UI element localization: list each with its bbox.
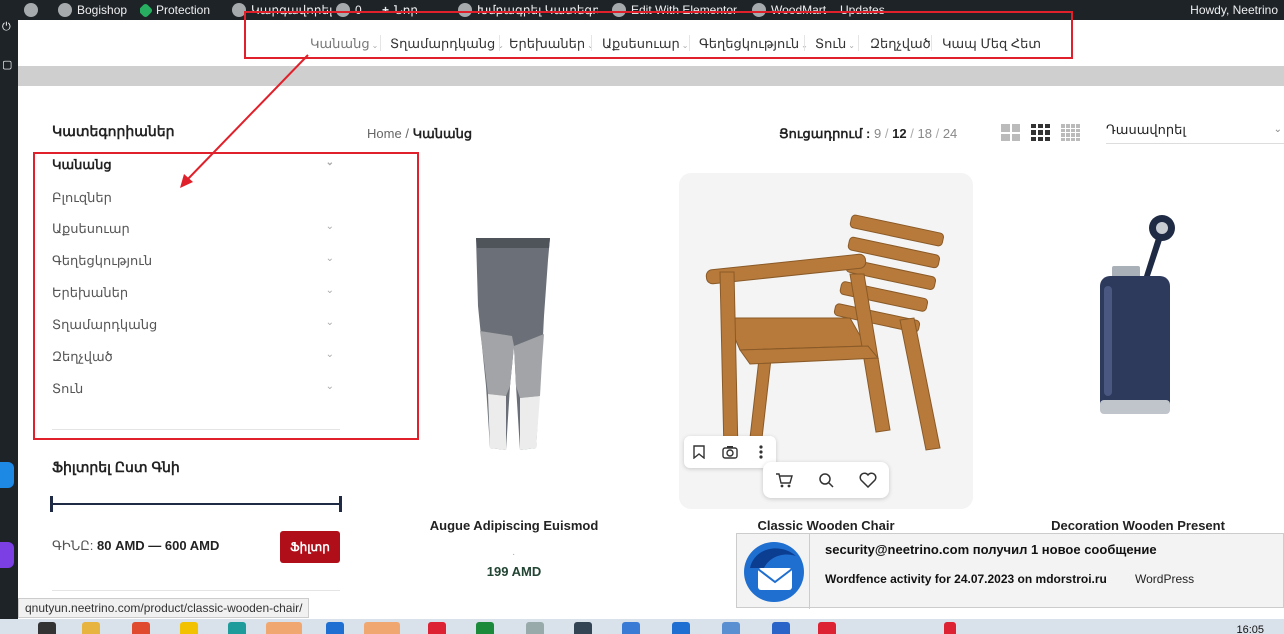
per-page-selector: Ցուցադրում : 9 / 12 / 18 / 24 bbox=[779, 126, 958, 141]
app-icon[interactable] bbox=[772, 622, 790, 634]
app-icon[interactable] bbox=[526, 622, 544, 634]
price-slider-min-handle[interactable] bbox=[50, 496, 53, 512]
camera-icon[interactable] bbox=[720, 442, 740, 462]
app-icon[interactable] bbox=[266, 622, 302, 634]
app-icon[interactable] bbox=[132, 622, 150, 634]
app-icon[interactable] bbox=[428, 622, 446, 634]
filter-button[interactable]: Ֆիլտր bbox=[280, 531, 340, 563]
excel-icon[interactable] bbox=[476, 622, 494, 634]
chevron-down-icon: ⌄ bbox=[1273, 124, 1282, 135]
product-image-leggings[interactable] bbox=[464, 236, 564, 456]
divider bbox=[52, 590, 340, 591]
product-price: 199 AMD bbox=[486, 564, 542, 579]
grid-2-icon[interactable] bbox=[1001, 124, 1020, 141]
browser-status-url: qnutyun.neetrino.com/product/classic-woo… bbox=[18, 598, 310, 618]
category-item-women[interactable]: Կանանց ⌄ bbox=[52, 157, 340, 173]
breadcrumb-home[interactable]: Home bbox=[367, 126, 402, 141]
product-title[interactable]: Augue Adipiscing Euismod bbox=[384, 518, 644, 533]
product-image-wooden-chair[interactable] bbox=[700, 200, 950, 460]
per-page-option[interactable]: 12 bbox=[892, 126, 906, 141]
category-item-sale[interactable]: Զեղչված ⌄ bbox=[52, 349, 340, 365]
chevron-down-icon[interactable]: ⌄ bbox=[326, 221, 334, 232]
chevron-down-icon[interactable]: ⌄ bbox=[326, 317, 334, 328]
app-icon[interactable] bbox=[672, 622, 690, 634]
category-item-blouses[interactable]: Բլուզներ bbox=[52, 190, 340, 206]
folder-icon[interactable] bbox=[82, 622, 100, 634]
chevron-down-icon[interactable]: ⌄ bbox=[326, 253, 334, 264]
app-icon[interactable] bbox=[180, 622, 198, 634]
grid-view-switcher bbox=[1001, 124, 1080, 141]
product-quick-actions bbox=[684, 436, 776, 468]
app-icon[interactable] bbox=[722, 622, 740, 634]
add-to-cart-icon[interactable] bbox=[774, 470, 794, 490]
sort-select[interactable]: Դասավորել ⌄ bbox=[1106, 122, 1284, 144]
chevron-down-icon[interactable]: ⌄ bbox=[326, 381, 334, 392]
price-range-text: ԳԻՆԸ: 80 AMD — 600 AMD bbox=[52, 538, 220, 553]
email-notification-popup[interactable]: security@neetrino.com получил 1 новое со… bbox=[736, 533, 1284, 609]
notification-subject: Wordfence activity for 24.07.2023 on mdo… bbox=[825, 572, 1107, 586]
category-item-accessories[interactable]: Աքսեսուար ⌄ bbox=[52, 221, 340, 237]
heart-icon[interactable] bbox=[858, 470, 878, 490]
category-item-beauty[interactable]: Գեղեցկություն ⌄ bbox=[52, 253, 340, 269]
per-page-option[interactable]: 18 bbox=[917, 126, 931, 141]
search-icon[interactable] bbox=[816, 470, 836, 490]
search-icon[interactable] bbox=[38, 622, 56, 634]
divider bbox=[52, 429, 340, 430]
taskbar-clock: 16:05 bbox=[1236, 624, 1264, 634]
app-icon[interactable] bbox=[818, 622, 836, 634]
chevron-down-icon[interactable]: ⌄ bbox=[326, 157, 334, 168]
windows-taskbar bbox=[0, 619, 1284, 634]
thunderbird-icon bbox=[740, 538, 808, 604]
notification-sender: WordPress bbox=[1135, 572, 1195, 586]
grid-4-icon[interactable] bbox=[1061, 124, 1080, 141]
grid-3-icon[interactable] bbox=[1031, 124, 1050, 141]
price-slider-track[interactable] bbox=[52, 503, 342, 505]
category-item-men[interactable]: Տղամարդկանց ⌄ bbox=[52, 317, 340, 333]
categories-title: Կատեգորիաներ bbox=[52, 123, 175, 139]
price-filter-title: Ֆիլտրել Ըստ Գնի bbox=[52, 459, 180, 475]
rating-dot: · bbox=[512, 549, 516, 560]
category-item-home[interactable]: Տուն ⌄ bbox=[52, 381, 340, 397]
product-title[interactable]: Classic Wooden Chair bbox=[696, 518, 956, 533]
app-icon[interactable] bbox=[228, 622, 246, 634]
per-page-option[interactable]: 9 bbox=[874, 126, 881, 141]
chevron-down-icon[interactable]: ⌄ bbox=[326, 349, 334, 360]
app-icon[interactable] bbox=[622, 622, 640, 634]
price-slider-max-handle[interactable] bbox=[339, 496, 342, 512]
product-title[interactable]: Decoration Wooden Present bbox=[1008, 518, 1268, 533]
product-image-flask[interactable] bbox=[1092, 210, 1176, 424]
product-action-bar bbox=[763, 462, 889, 498]
category-item-kids[interactable]: Երեխաներ ⌄ bbox=[52, 285, 340, 301]
notification-title: security@neetrino.com получил 1 новое со… bbox=[825, 542, 1157, 557]
app-icon[interactable] bbox=[364, 622, 400, 634]
app-icon[interactable] bbox=[574, 622, 592, 634]
app-icon[interactable] bbox=[326, 622, 344, 634]
breadcrumb: Home / Կանանց bbox=[367, 126, 473, 141]
per-page-option[interactable]: 24 bbox=[943, 126, 957, 141]
notification-badge-icon[interactable] bbox=[944, 622, 956, 634]
more-vertical-icon[interactable] bbox=[751, 442, 771, 462]
bookmark-icon[interactable] bbox=[689, 442, 709, 462]
breadcrumb-current: Կանանց bbox=[412, 126, 473, 141]
chevron-down-icon[interactable]: ⌄ bbox=[326, 285, 334, 296]
